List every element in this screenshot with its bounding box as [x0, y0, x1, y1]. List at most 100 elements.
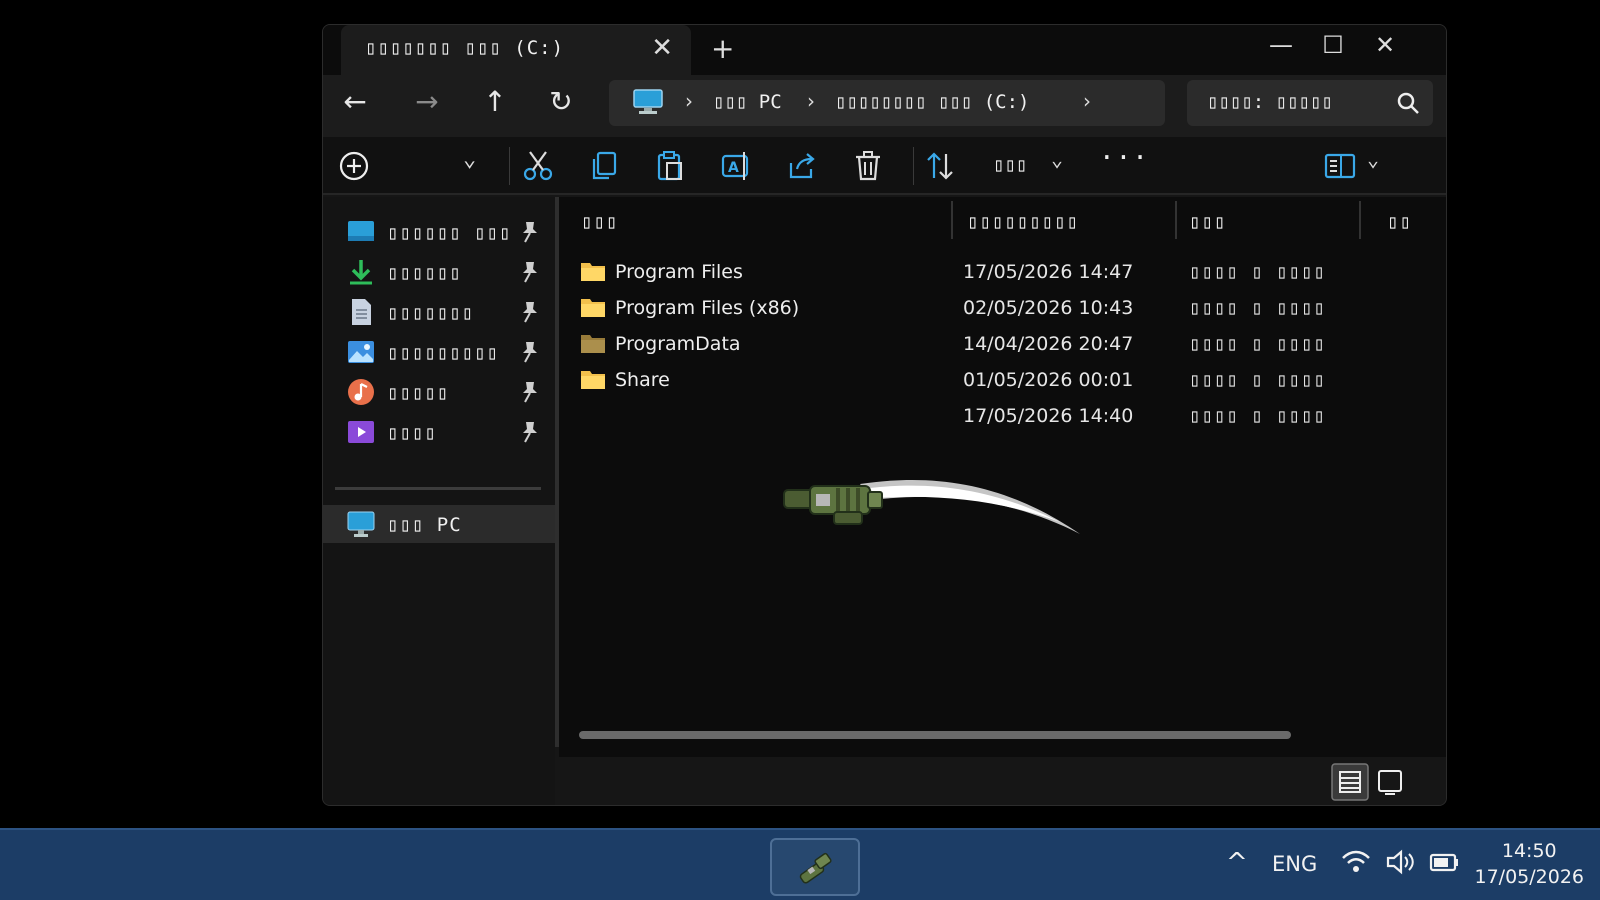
taskbar-app-button[interactable]: [770, 838, 860, 896]
breadcrumb-this-pc[interactable]: ▯▯▯ PC: [713, 91, 782, 113]
minimize-button[interactable]: —: [1263, 31, 1299, 59]
volume-icon[interactable]: [1384, 846, 1416, 878]
address-bar[interactable]: › ▯▯▯ PC › ▯▯▯▯▯▯▯▯ ▯▯▯ (C:) ›: [609, 80, 1165, 126]
file-type: ▯▯▯▯ ▯ ▯▯▯▯: [1189, 333, 1326, 355]
maximize-button[interactable]: ☐: [1315, 31, 1351, 59]
refresh-button[interactable]: ↻: [541, 85, 581, 118]
new-dropdown-chevron-icon[interactable]: ⌄: [463, 147, 476, 172]
wifi-icon[interactable]: [1340, 846, 1372, 878]
taskbar: ^ ENG 14:50 17/05/2026: [0, 828, 1600, 900]
up-button[interactable]: ↑: [475, 85, 515, 118]
delete-icon[interactable]: [851, 149, 885, 183]
show-hidden-icons-button[interactable]: ^: [1226, 848, 1248, 878]
pin-icon[interactable]: [519, 220, 541, 244]
copy-icon[interactable]: [587, 149, 621, 183]
details-view-icon[interactable]: [1331, 763, 1369, 801]
large-icons-view-icon[interactable]: [1371, 763, 1409, 801]
breadcrumb-local-disk[interactable]: ▯▯▯▯▯▯▯▯ ▯▯▯ (C:): [835, 91, 1029, 113]
new-item-icon[interactable]: [337, 149, 371, 183]
rename-icon[interactable]: A: [719, 149, 753, 183]
computer-icon: [633, 89, 663, 114]
folder-icon: [581, 263, 605, 281]
file-date: 14/04/2026 20:47: [963, 333, 1134, 355]
pin-icon[interactable]: [519, 300, 541, 324]
file-date: 17/05/2026 14:40: [963, 405, 1134, 427]
sidebar-item-label: ▯▯▯▯: [387, 422, 437, 444]
sidebar-item-videos[interactable]: ▯▯▯▯: [323, 413, 555, 451]
column-resize-handle[interactable]: [951, 201, 953, 239]
sidebar-item-label: ▯▯▯▯▯▯ ▯▯▯: [387, 222, 512, 244]
column-header-type[interactable]: ▯▯▯: [1189, 211, 1226, 233]
sidebar-item-desktop[interactable]: ▯▯▯▯▯▯ ▯▯▯: [323, 213, 555, 251]
column-resize-handle[interactable]: [1359, 201, 1361, 239]
toolbar-divider: [913, 147, 914, 185]
sidebar-item-this-pc[interactable]: ▯▯▯ PC: [323, 505, 555, 543]
new-tab-button[interactable]: +: [711, 32, 734, 65]
sidebar-item-music[interactable]: ▯▯▯▯▯: [323, 373, 555, 411]
navigation-pane: ▯▯▯▯▯▯ ▯▯▯ ▯▯▯▯▯▯ ▯▯▯▯▯▯▯ ▯▯▯▯▯▯▯▯▯ ▯▯▯▯…: [323, 197, 555, 805]
folder-icon: [581, 371, 605, 389]
breadcrumb-separator: ›: [685, 89, 693, 113]
close-window-button[interactable]: ✕: [1367, 31, 1403, 59]
desktop-icon: [348, 221, 374, 241]
search-box[interactable]: ▯▯▯▯: ▯▯▯▯▯: [1187, 80, 1433, 126]
pin-icon[interactable]: [519, 380, 541, 404]
tab-local-disk[interactable]: ▯▯▯▯▯▯▯ ▯▯▯ (C:) ✕: [341, 25, 691, 75]
sidebar-divider: [335, 487, 541, 490]
file-row[interactable]: Program Files (x86) 02/05/2026 10:43 ▯▯▯…: [559, 289, 1446, 325]
cut-icon[interactable]: [521, 149, 555, 183]
sidebar-item-label: ▯▯▯ PC: [387, 514, 462, 536]
sort-chevron-icon[interactable]: ⌄: [1051, 147, 1063, 171]
sidebar-item-label: ▯▯▯▯▯▯: [387, 262, 462, 284]
battery-icon[interactable]: [1428, 846, 1460, 878]
file-type: ▯▯▯▯ ▯ ▯▯▯▯: [1189, 261, 1326, 283]
sort-icon[interactable]: [923, 149, 957, 183]
file-name: Program Files: [615, 261, 743, 283]
pin-icon[interactable]: [519, 340, 541, 364]
pin-icon[interactable]: [519, 420, 541, 444]
sidebar-item-label: ▯▯▯▯▯▯▯▯▯: [387, 342, 499, 364]
folder-icon: [581, 299, 605, 317]
file-date: 01/05/2026 00:01: [963, 369, 1134, 391]
horizontal-scrollbar[interactable]: [579, 731, 1291, 739]
sidebar-item-label: ▯▯▯▯▯▯▯: [387, 302, 475, 324]
file-row[interactable]: Share 01/05/2026 00:01 ▯▯▯▯ ▯ ▯▯▯▯: [559, 361, 1446, 397]
column-header-size[interactable]: ▯▯: [1387, 211, 1412, 233]
more-options-button[interactable]: ···: [1099, 143, 1149, 173]
file-row[interactable]: Program Files 17/05/2026 14:47 ▯▯▯▯ ▯ ▯▯…: [559, 253, 1446, 289]
music-icon: [348, 379, 374, 405]
svg-text:A: A: [728, 160, 739, 176]
command-bar: ⌄ A ▯▯▯ ⌄ ··· ⌄: [323, 137, 1446, 195]
folder-icon: [581, 335, 605, 353]
language-indicator[interactable]: ENG: [1272, 852, 1317, 876]
tab-title: ▯▯▯▯▯▯▯ ▯▯▯ (C:): [365, 37, 565, 59]
file-date: 02/05/2026 10:43: [963, 297, 1134, 319]
column-header-name[interactable]: ▯▯▯: [581, 211, 618, 233]
forward-button[interactable]: →: [407, 85, 447, 118]
clock[interactable]: 14:50 17/05/2026: [1474, 838, 1584, 890]
sidebar-item-downloads[interactable]: ▯▯▯▯▯▯: [323, 253, 555, 291]
details-pane-icon[interactable]: [1323, 149, 1357, 183]
file-row[interactable]: ProgramData 14/04/2026 20:47 ▯▯▯▯ ▯ ▯▯▯▯: [559, 325, 1446, 361]
column-resize-handle[interactable]: [1175, 201, 1177, 239]
clock-date: 17/05/2026: [1474, 866, 1584, 888]
back-button[interactable]: ←: [335, 85, 375, 118]
breadcrumb-expand-chevron[interactable]: ›: [1083, 89, 1091, 113]
videos-icon: [348, 421, 374, 443]
search-icon[interactable]: [1395, 90, 1421, 116]
share-icon[interactable]: [785, 149, 819, 183]
sidebar-item-pictures[interactable]: ▯▯▯▯▯▯▯▯▯: [323, 333, 555, 371]
sort-button[interactable]: ▯▯▯: [993, 154, 1027, 176]
search-input[interactable]: ▯▯▯▯: ▯▯▯▯▯: [1207, 91, 1333, 113]
paste-icon[interactable]: [653, 149, 687, 183]
status-bar: [559, 757, 1446, 805]
view-chevron-icon[interactable]: ⌄: [1367, 147, 1379, 171]
toolbar-divider: [509, 147, 510, 185]
sidebar-item-documents[interactable]: ▯▯▯▯▯▯▯: [323, 293, 555, 331]
weapon-app-icon: [799, 852, 832, 884]
column-header-date-modified[interactable]: ▯▯▯▯▯▯▯▯▯: [967, 211, 1079, 233]
clock-time: 14:50: [1501, 840, 1557, 862]
file-row[interactable]: 17/05/2026 14:40 ▯▯▯▯ ▯ ▯▯▯▯: [559, 397, 1446, 433]
pin-icon[interactable]: [519, 260, 541, 284]
tab-close-icon[interactable]: ✕: [651, 33, 673, 63]
